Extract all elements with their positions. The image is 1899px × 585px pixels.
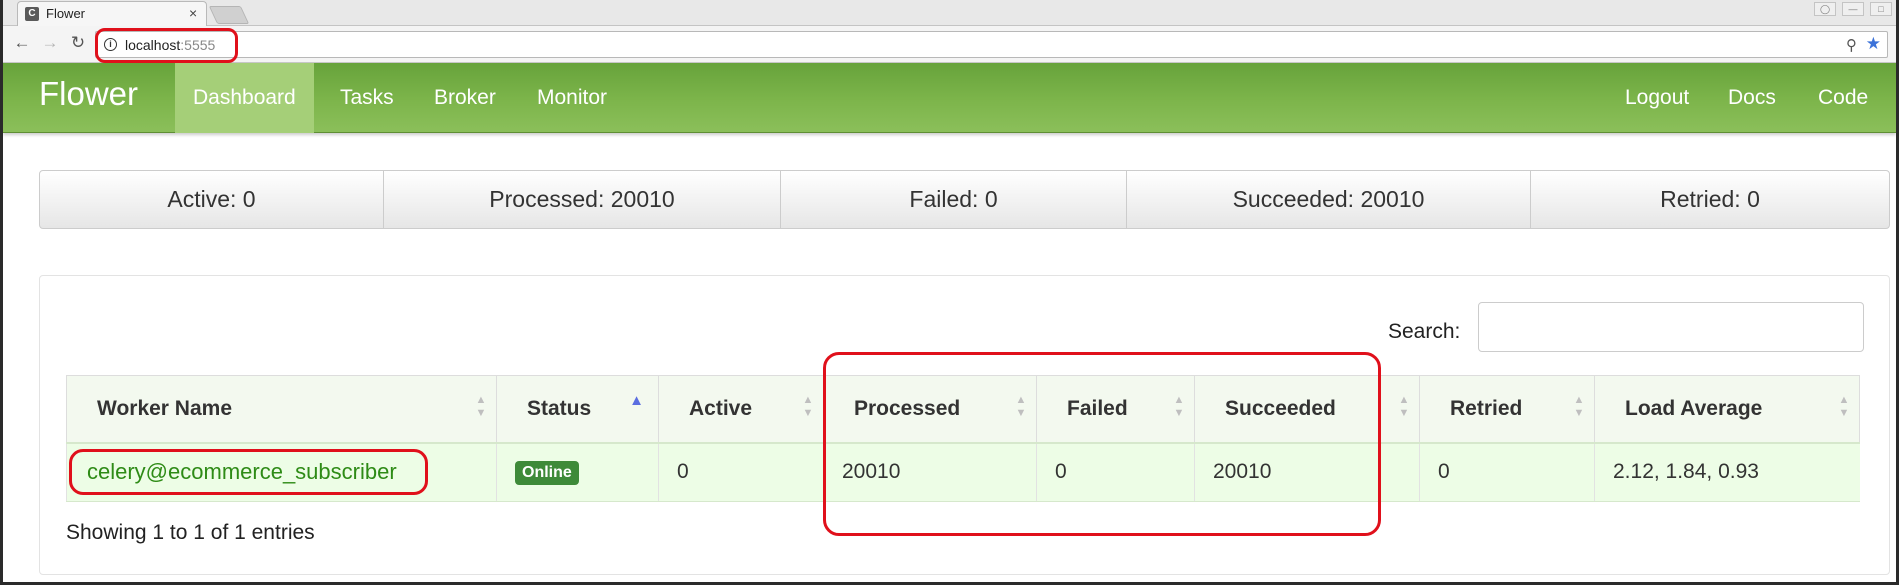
- sort-ascending-icon: ▲: [629, 392, 644, 409]
- stat-succeeded: Succeeded: 20010: [1127, 171, 1531, 228]
- column-header-status[interactable]: Status ▲: [496, 375, 659, 443]
- column-header-succeeded[interactable]: Succeeded ▲ ▼: [1194, 375, 1420, 443]
- column-label: Active: [689, 396, 753, 420]
- column-header-failed[interactable]: Failed ▲ ▼: [1036, 375, 1195, 443]
- window-controls: ◯ — □: [1814, 2, 1892, 16]
- column-header-worker-name[interactable]: Worker Name ▲ ▼: [66, 375, 497, 443]
- column-header-processed[interactable]: Processed ▲ ▼: [823, 375, 1037, 443]
- column-label: Processed: [854, 396, 961, 420]
- favicon-icon: C: [25, 7, 39, 21]
- column-label: Succeeded: [1225, 396, 1336, 420]
- column-label: Worker Name: [97, 396, 233, 420]
- browser-toolbar: ← → ↻ i localhost:5555 ⚲ ★: [3, 26, 1896, 63]
- sort-icon: ▲ ▼: [1015, 394, 1027, 419]
- sort-icon: ▲ ▼: [1838, 394, 1850, 419]
- column-label: Load Average: [1625, 396, 1763, 420]
- stat-failed: Failed: 0: [781, 171, 1127, 228]
- stat-retried: Retried: 0: [1660, 186, 1760, 212]
- url-host: localhost: [125, 37, 181, 53]
- cell-processed: 20010: [823, 441, 1037, 502]
- table-header-row: Worker Name ▲ ▼ Status ▲ Active ▲ ▼ Processed…: [66, 375, 1860, 443]
- nav-code[interactable]: Code: [1800, 63, 1886, 133]
- nav-tasks[interactable]: Tasks: [322, 63, 412, 133]
- zoom-icon[interactable]: ⚲: [1846, 36, 1857, 54]
- sort-icon: ▲ ▼: [802, 394, 814, 419]
- workers-panel: Search: Worker Name ▲ ▼ Status ▲ Active ▲ ▼ P…: [39, 275, 1890, 575]
- cell-failed: 0: [1036, 441, 1195, 502]
- info-icon[interactable]: i: [104, 38, 117, 51]
- profile-icon[interactable]: ◯: [1814, 2, 1836, 16]
- column-header-active[interactable]: Active ▲ ▼: [658, 375, 824, 443]
- sort-icon: ▲ ▼: [1398, 394, 1410, 419]
- cell-status: Online: [496, 441, 659, 502]
- sort-icon: ▲ ▼: [475, 394, 487, 419]
- column-label: Status: [527, 396, 592, 420]
- url-port: :5555: [180, 37, 216, 53]
- column-header-load-average[interactable]: Load Average ▲ ▼: [1594, 375, 1860, 443]
- nav-dashboard[interactable]: Dashboard: [175, 63, 314, 133]
- cell-load-average: 2.12, 1.84, 0.93: [1594, 441, 1860, 502]
- tab-title: Flower: [46, 6, 86, 21]
- minimize-icon[interactable]: —: [1842, 2, 1864, 16]
- app-navbar: Flower Dashboard Tasks Broker Monitor Lo…: [3, 63, 1896, 133]
- worker-name-link[interactable]: celery@ecommerce_subscriber: [87, 459, 397, 484]
- bookmark-star-icon[interactable]: ★: [1866, 34, 1881, 54]
- cell-active: 0: [658, 441, 824, 502]
- url-text: localhost:5555: [125, 37, 215, 53]
- back-arrow-icon[interactable]: ←: [11, 32, 33, 54]
- browser-tab[interactable]: C Flower ×: [17, 1, 207, 26]
- stats-bar: Active: 0 Processed: 20010 Failed: 0 Suc…: [39, 170, 1890, 229]
- close-tab-icon[interactable]: ×: [189, 5, 197, 21]
- stat-processed: Processed: 20010: [384, 171, 781, 228]
- column-label: Retried: [1450, 396, 1523, 420]
- column-header-retried[interactable]: Retried ▲ ▼: [1419, 375, 1595, 443]
- nav-docs[interactable]: Docs: [1710, 63, 1794, 133]
- address-bar[interactable]: i localhost:5555 ⚲ ★: [95, 31, 1888, 58]
- stat-active: Active: 0: [40, 171, 384, 228]
- cell-retried: 0: [1419, 441, 1595, 502]
- nav-broker[interactable]: Broker: [416, 63, 514, 133]
- reload-icon[interactable]: ↻: [67, 32, 89, 54]
- maximize-icon[interactable]: □: [1870, 2, 1892, 16]
- browser-window: C Flower × ◯ — □ ← → ↻ i localhost:5555 …: [0, 0, 1899, 585]
- sort-icon: ▲ ▼: [1573, 394, 1585, 419]
- column-label: Failed: [1067, 396, 1128, 420]
- sort-icon: ▲ ▼: [1173, 394, 1185, 419]
- search-label: Search:: [1388, 320, 1461, 343]
- workers-table: Worker Name ▲ ▼ Status ▲ Active ▲ ▼ Processed…: [66, 375, 1860, 502]
- nav-monitor[interactable]: Monitor: [519, 63, 625, 133]
- cell-worker-name: celery@ecommerce_subscriber: [66, 441, 497, 502]
- nav-logout[interactable]: Logout: [1607, 63, 1707, 133]
- brand-logo[interactable]: Flower: [39, 75, 138, 113]
- cell-succeeded: 20010: [1194, 441, 1420, 502]
- new-tab-button[interactable]: [208, 6, 250, 24]
- table-row: celery@ecommerce_subscriber Online 0 200…: [66, 441, 1860, 502]
- search-input[interactable]: [1478, 302, 1864, 352]
- tab-strip: C Flower × ◯ — □: [3, 0, 1896, 26]
- forward-arrow-icon[interactable]: →: [39, 32, 61, 54]
- table-info: Showing 1 to 1 of 1 entries: [66, 521, 315, 544]
- status-badge: Online: [515, 461, 579, 486]
